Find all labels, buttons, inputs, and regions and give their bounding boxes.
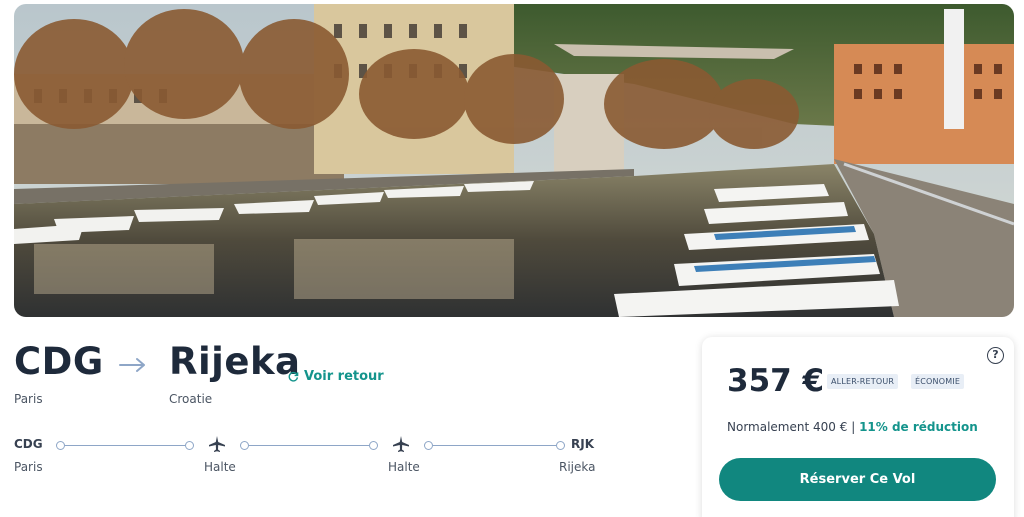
timeline-end-code: RJK bbox=[571, 437, 595, 451]
refresh-icon bbox=[288, 371, 299, 382]
timeline-dot bbox=[556, 441, 565, 450]
timeline-segment bbox=[65, 445, 185, 446]
destination-country: Croatie bbox=[169, 392, 213, 406]
normal-price: Normalement 400 € bbox=[727, 420, 848, 434]
timeline-dot bbox=[240, 441, 249, 450]
arrow-right-icon bbox=[119, 358, 145, 372]
price-amount: 357 € bbox=[727, 363, 825, 399]
help-icon[interactable]: ? bbox=[987, 347, 1004, 364]
timeline-dot bbox=[424, 441, 433, 450]
timeline-segment bbox=[249, 445, 369, 446]
timeline-dot bbox=[185, 441, 194, 450]
timeline-dot bbox=[56, 441, 65, 450]
destination-hero-image bbox=[14, 4, 1014, 317]
origin-city: Paris bbox=[14, 392, 43, 406]
timeline-segment bbox=[433, 445, 556, 446]
timeline-stop-2: Halte bbox=[388, 460, 420, 474]
timeline-stop-1: Halte bbox=[204, 460, 236, 474]
airplane-icon bbox=[209, 436, 225, 452]
harbor-photo-icon bbox=[14, 4, 1014, 317]
timeline-start-code: CDG bbox=[14, 437, 43, 451]
cabin-class-badge: ÉCONOMIE bbox=[911, 374, 965, 389]
airplane-icon bbox=[393, 436, 409, 452]
discount-text: 11% de réduction bbox=[859, 420, 978, 434]
flight-timeline: CDG Paris Halte Halte RJK Rijeka bbox=[14, 435, 596, 480]
destination-name: Rijeka bbox=[169, 340, 301, 383]
timeline-end-city: Rijeka bbox=[559, 460, 596, 474]
price-card: ? 357 € ALLER-RETOUR ÉCONOMIE Normalemen… bbox=[702, 337, 1014, 517]
timeline-dot bbox=[369, 441, 378, 450]
trip-type-badge: ALLER-RETOUR bbox=[827, 374, 899, 389]
view-return-link[interactable]: Voir retour bbox=[288, 369, 384, 384]
book-flight-button[interactable]: Réserver Ce Vol bbox=[719, 458, 996, 501]
view-return-label: Voir retour bbox=[304, 369, 384, 384]
price-comparison: Normalement 400 € | 11% de réduction bbox=[727, 420, 978, 434]
origin-code: CDG bbox=[14, 340, 104, 383]
separator: | bbox=[851, 420, 856, 434]
timeline-start-city: Paris bbox=[14, 460, 43, 474]
